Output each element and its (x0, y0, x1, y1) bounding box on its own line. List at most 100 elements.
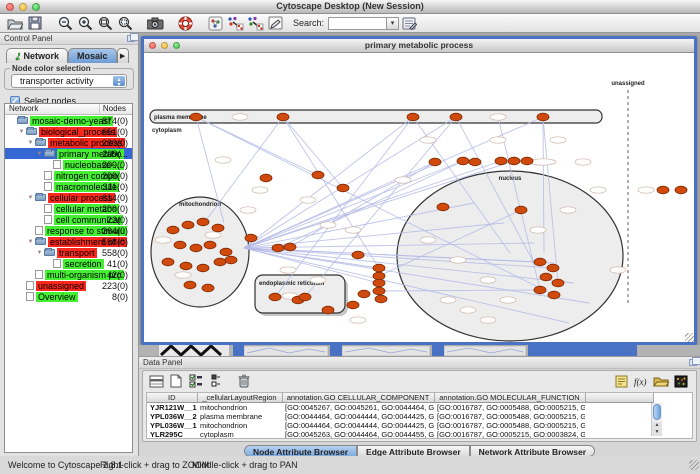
zoom-fit-button[interactable] (95, 15, 115, 32)
network-node[interactable] (352, 251, 364, 259)
search-dropdown-icon[interactable]: ▾ (386, 17, 399, 30)
tree-row[interactable]: cellular metabo209(0) (5, 203, 132, 214)
new-attribute-button[interactable] (167, 373, 185, 389)
table-row[interactable]: YLR295Ccytoplasm[GO:0045263, GO:0044464,… (147, 430, 653, 439)
network-node[interactable] (450, 113, 462, 121)
network-node[interactable] (508, 157, 520, 165)
search-input[interactable] (328, 17, 386, 30)
network-node[interactable] (457, 157, 469, 165)
tree-row[interactable]: ▼biological_process651(0) (5, 126, 132, 137)
network-node[interactable] (269, 293, 281, 301)
network-node[interactable] (429, 158, 441, 166)
tree-row[interactable]: macromolecule311(0) (5, 181, 132, 192)
network-node[interactable] (657, 186, 669, 194)
network-node[interactable] (347, 301, 359, 309)
search-config-button[interactable] (399, 15, 419, 32)
network-node[interactable] (373, 279, 385, 287)
tab-mosaic[interactable]: Mosaic (68, 48, 117, 63)
expander-icon[interactable]: ▼ (17, 129, 26, 135)
network-node[interactable] (245, 234, 257, 242)
tree-row[interactable]: nucleobase-...209(0) (5, 159, 132, 170)
annotation-button[interactable] (265, 15, 285, 32)
network-node[interactable] (537, 113, 549, 121)
expander-icon[interactable]: ▼ (35, 151, 44, 157)
network-node[interactable] (495, 157, 507, 165)
select-attributes-button[interactable] (187, 373, 205, 389)
tree-row[interactable]: nitrogen compo209(0) (5, 170, 132, 181)
network-node[interactable] (220, 248, 232, 256)
network-node[interactable] (373, 287, 385, 295)
apply-layout-2-button[interactable] (245, 15, 265, 32)
scrollbar-arrows[interactable]: ▲▼ (652, 422, 662, 436)
expander-icon[interactable]: ▼ (26, 195, 35, 201)
help-button[interactable] (175, 15, 195, 32)
network-node[interactable] (373, 272, 385, 280)
network-node[interactable] (167, 226, 179, 234)
tree-row[interactable]: ▼transport558(0) (5, 247, 132, 258)
table-row[interactable]: YJR121W__1mitochondrion[GO:0045267, GO:0… (147, 403, 653, 413)
network-node[interactable] (197, 264, 209, 272)
network-node[interactable] (552, 279, 564, 287)
tree-row[interactable]: mosaic-demo-yeast874(0) (5, 115, 132, 126)
data-panel-float-icon[interactable] (689, 359, 697, 366)
table-row[interactable]: YPL036W__2plasma membrane[GO:0044464, GO… (147, 412, 653, 421)
notes-button[interactable] (612, 373, 630, 389)
save-button[interactable] (25, 15, 45, 32)
network-node[interactable] (182, 221, 194, 229)
tree-row[interactable]: ▼primary metabo209(... (5, 148, 132, 159)
network-node[interactable] (373, 264, 385, 272)
tree-row[interactable]: response to stimulu264(0) (5, 225, 132, 236)
snapshot-button[interactable] (145, 15, 165, 32)
network-node[interactable] (162, 258, 174, 266)
network-view-titlebar[interactable]: primary metabolic process (144, 39, 694, 53)
expander-icon[interactable]: ▼ (26, 140, 35, 146)
column-header[interactable]: _cellularLayoutRegion (197, 393, 282, 403)
window-resize-grip[interactable] (689, 460, 699, 470)
column-header[interactable]: ID (147, 393, 197, 403)
network-node[interactable] (337, 184, 349, 192)
network-node[interactable] (214, 258, 226, 266)
column-header[interactable]: annotation.GO MOLECULAR_FUNCTION (434, 393, 585, 403)
zoom-in-button[interactable] (75, 15, 95, 32)
network-node[interactable] (358, 290, 370, 298)
network-node[interactable] (272, 244, 284, 252)
network-node[interactable] (469, 158, 481, 166)
network-node[interactable] (547, 264, 559, 272)
tab-network[interactable]: Network (6, 48, 68, 63)
network-node[interactable] (299, 293, 311, 301)
network-node[interactable] (312, 171, 324, 179)
node-color-select[interactable]: transporter activity ▲▼ (11, 74, 127, 88)
network-window-resize-grip[interactable] (685, 333, 694, 342)
zoom-out-button[interactable] (55, 15, 75, 32)
attribute-batch-button[interactable] (207, 373, 225, 389)
network-node[interactable] (534, 286, 546, 294)
network-node[interactable] (548, 291, 560, 299)
function-builder-button[interactable]: f(x) (632, 373, 650, 389)
table-row[interactable]: YPL036W__1mitochondrion[GO:0044464, GO:0… (147, 421, 653, 430)
network-node[interactable] (437, 203, 449, 211)
tree-row[interactable]: unassigned223(0) (5, 280, 132, 291)
import-attributes-button[interactable] (652, 373, 670, 389)
network-node[interactable] (197, 218, 209, 226)
network-node[interactable] (180, 262, 192, 270)
attribute-matrix-button[interactable] (672, 373, 690, 389)
attribute-table-scrollbar[interactable]: ▲▼ (651, 403, 662, 436)
apply-layout-1-button[interactable] (225, 15, 245, 32)
network-canvas[interactable]: plasma membranemitochondrionnucleusendop… (144, 53, 694, 342)
network-node[interactable] (190, 113, 202, 121)
scrollbar-thumb[interactable] (653, 404, 661, 420)
tree-row[interactable]: cell communicat22(0) (5, 214, 132, 225)
network-overview-button[interactable] (205, 15, 225, 32)
expander-icon[interactable]: ▼ (35, 250, 44, 256)
expander-icon[interactable]: ▼ (26, 239, 35, 245)
network-node[interactable] (225, 256, 237, 264)
zoom-selected-button[interactable] (115, 15, 135, 32)
network-node[interactable] (534, 258, 546, 266)
network-node[interactable] (190, 244, 202, 252)
network-node[interactable] (675, 186, 687, 194)
network-node[interactable] (202, 284, 214, 292)
network-node[interactable] (204, 241, 216, 249)
network-node[interactable] (322, 306, 334, 314)
tree-row[interactable]: secretion41(0) (5, 258, 132, 269)
network-node[interactable] (284, 243, 296, 251)
